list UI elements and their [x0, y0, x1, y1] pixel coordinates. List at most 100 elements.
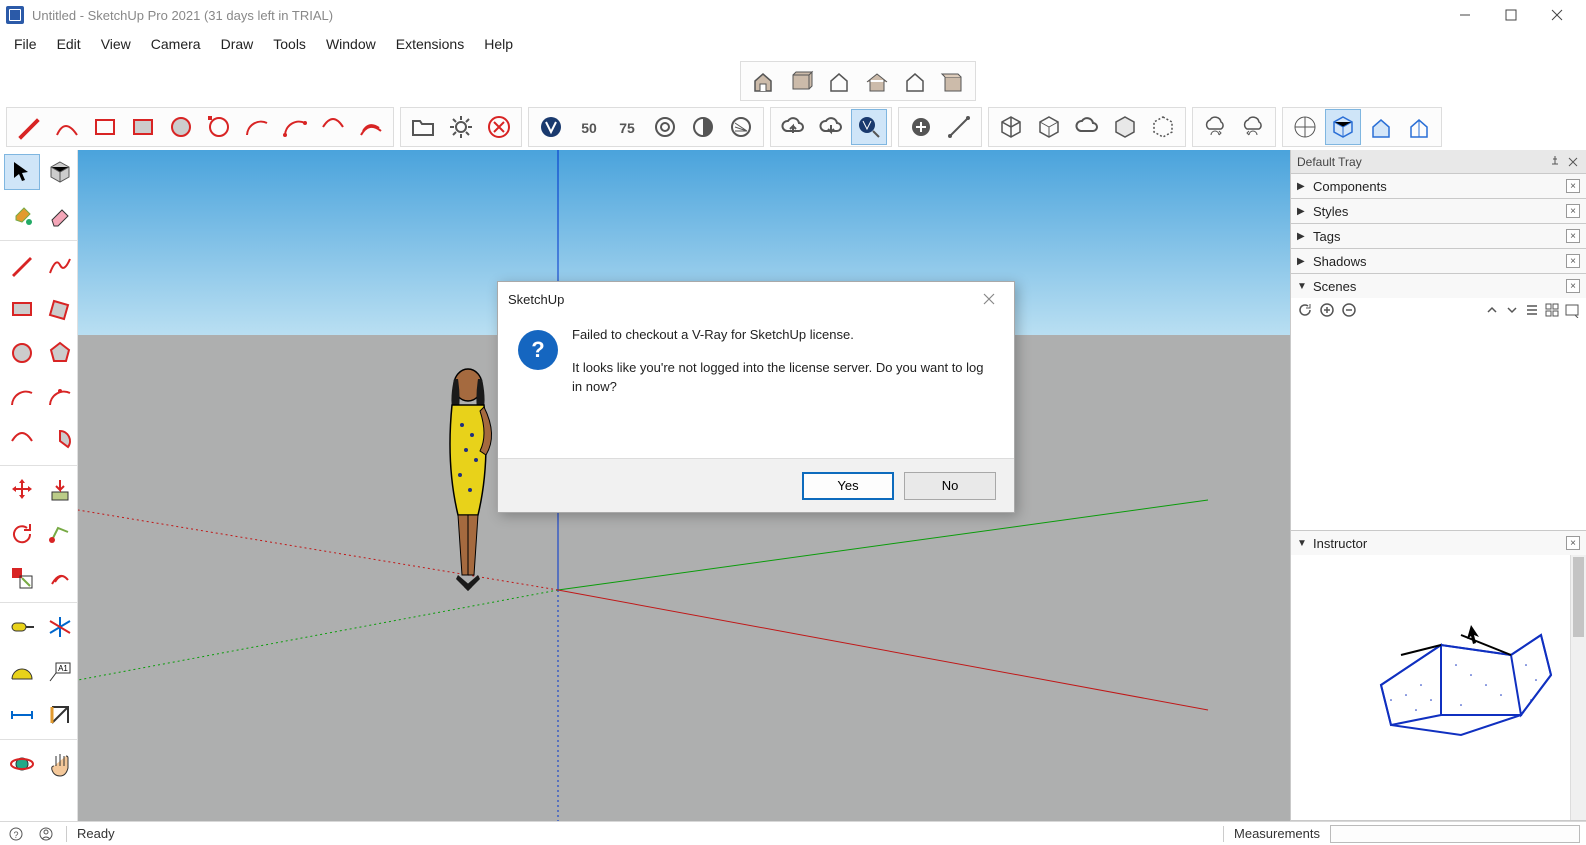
axes-tool-tool[interactable] — [42, 609, 78, 645]
scene-grid-icon[interactable] — [1544, 302, 1560, 318]
section-tool[interactable] — [42, 697, 78, 733]
tape-tool[interactable] — [4, 609, 40, 645]
iso-view-button[interactable] — [1287, 109, 1323, 145]
vray-75-button[interactable]: 75 — [609, 109, 645, 145]
dialog-close-button[interactable] — [974, 286, 1004, 312]
dialog-titlebar[interactable]: SketchUp — [498, 282, 1014, 316]
cloud-button[interactable] — [1069, 109, 1105, 145]
house-open-button[interactable] — [745, 63, 781, 99]
eraser-tool[interactable] — [42, 198, 78, 234]
cloud-sync-down-button[interactable] — [1235, 109, 1271, 145]
tray-panel-head-components[interactable]: ▶ Components × — [1291, 174, 1586, 198]
line-tool-button[interactable] — [941, 109, 977, 145]
box-open-button[interactable] — [935, 63, 971, 99]
menu-window[interactable]: Window — [316, 32, 386, 56]
cube-1-button[interactable] — [993, 109, 1029, 145]
panel-close-icon[interactable]: × — [1566, 254, 1580, 268]
tray-close-icon[interactable] — [1566, 155, 1580, 169]
add-scene-icon[interactable] — [1319, 302, 1335, 318]
close-circle-button[interactable] — [481, 109, 517, 145]
arc-tool-1-tool[interactable] — [4, 379, 40, 415]
menu-edit[interactable]: Edit — [47, 32, 91, 56]
pushpull-tool[interactable] — [42, 472, 78, 508]
rect-draw-button[interactable] — [87, 109, 123, 145]
tray-panel-head-styles[interactable]: ▶ Styles × — [1291, 199, 1586, 223]
arc-tool-2-tool[interactable] — [42, 379, 78, 415]
render-circle-button[interactable] — [647, 109, 683, 145]
instructor-scrollbar[interactable] — [1570, 555, 1586, 820]
scene-down-icon[interactable] — [1504, 302, 1520, 318]
select-arrow-tool[interactable] — [4, 154, 40, 190]
vray-50-button[interactable]: 50 — [571, 109, 607, 145]
person-icon[interactable] — [36, 824, 56, 844]
panel-close-icon[interactable]: × — [1566, 229, 1580, 243]
cube-blue-button[interactable] — [1325, 109, 1361, 145]
arc-tool-3-tool[interactable] — [4, 423, 40, 459]
folder-button[interactable] — [405, 109, 441, 145]
rotate-tool[interactable] — [4, 516, 40, 552]
menu-extensions[interactable]: Extensions — [386, 32, 474, 56]
plus-circle-button[interactable] — [903, 109, 939, 145]
cube-3-button[interactable] — [1107, 109, 1143, 145]
protractor-tool[interactable] — [4, 653, 40, 689]
component-cube-tool[interactable] — [42, 154, 78, 190]
paint-bucket-tool[interactable] — [4, 198, 40, 234]
pin-icon[interactable] — [1548, 155, 1562, 169]
tray-header[interactable]: Default Tray — [1291, 150, 1586, 174]
scene-list-icon[interactable] — [1524, 302, 1540, 318]
cube-4-button[interactable] — [1145, 109, 1181, 145]
refresh-icon[interactable] — [1297, 302, 1313, 318]
circle-button[interactable] — [163, 109, 199, 145]
measurements-input[interactable] — [1330, 825, 1580, 843]
box-button[interactable] — [783, 63, 819, 99]
scene-menu-icon[interactable] — [1564, 302, 1580, 318]
vray-cursor-button[interactable] — [851, 109, 887, 145]
move-tool[interactable] — [4, 472, 40, 508]
tray-panel-head-tags[interactable]: ▶ Tags × — [1291, 224, 1586, 248]
cube-2-button[interactable] — [1031, 109, 1067, 145]
followme-tool[interactable] — [42, 516, 78, 552]
polygon-tool[interactable] — [42, 335, 78, 371]
tray-panel-head-scenes[interactable]: ▼ Scenes × — [1291, 274, 1586, 298]
menu-file[interactable]: File — [4, 32, 47, 56]
house-blue-1-button[interactable] — [1363, 109, 1399, 145]
menu-view[interactable]: View — [91, 32, 141, 56]
cloud-up-button[interactable] — [775, 109, 811, 145]
minimize-button[interactable] — [1442, 0, 1488, 30]
circle-tool-tool[interactable] — [4, 335, 40, 371]
freehand-tool[interactable] — [42, 247, 78, 283]
rect-fill-button[interactable] — [125, 109, 161, 145]
text-label-tool[interactable]: A1 — [42, 653, 78, 689]
pan-tool[interactable] — [42, 746, 78, 782]
close-window-button[interactable] — [1534, 0, 1580, 30]
offset-arc-button[interactable] — [353, 109, 389, 145]
arc-button[interactable] — [239, 109, 275, 145]
scene-up-icon[interactable] — [1484, 302, 1500, 318]
tray-panel-head-shadows[interactable]: ▶ Shadows × — [1291, 249, 1586, 273]
arc-2pt-button[interactable] — [277, 109, 313, 145]
yes-button[interactable]: Yes — [802, 472, 894, 500]
offset-tool[interactable] — [42, 560, 78, 596]
panel-close-icon[interactable]: × — [1566, 279, 1580, 293]
pencil-tool[interactable] — [4, 247, 40, 283]
panel-close-icon[interactable]: × — [1566, 536, 1580, 550]
menu-help[interactable]: Help — [474, 32, 523, 56]
house-frame-button[interactable] — [821, 63, 857, 99]
arc-free-button[interactable] — [315, 109, 351, 145]
house-roof-button[interactable] — [859, 63, 895, 99]
scale-tool[interactable] — [4, 560, 40, 596]
rectangle-tool[interactable] — [4, 291, 40, 327]
menu-draw[interactable]: Draw — [211, 32, 264, 56]
vray-logo-button[interactable] — [533, 109, 569, 145]
house-outline-button[interactable] — [897, 63, 933, 99]
tray-panel-head-instructor[interactable]: ▼ Instructor × — [1291, 531, 1586, 555]
menu-tools[interactable]: Tools — [263, 32, 316, 56]
panel-close-icon[interactable]: × — [1566, 204, 1580, 218]
gear-button[interactable] — [443, 109, 479, 145]
rotated-rect-tool[interactable] — [42, 291, 78, 327]
no-button[interactable]: No — [904, 472, 996, 500]
curve-draw-button[interactable] — [49, 109, 85, 145]
house-blue-2-button[interactable] — [1401, 109, 1437, 145]
render-hatch-button[interactable] — [723, 109, 759, 145]
help-icon[interactable]: ? — [6, 824, 26, 844]
